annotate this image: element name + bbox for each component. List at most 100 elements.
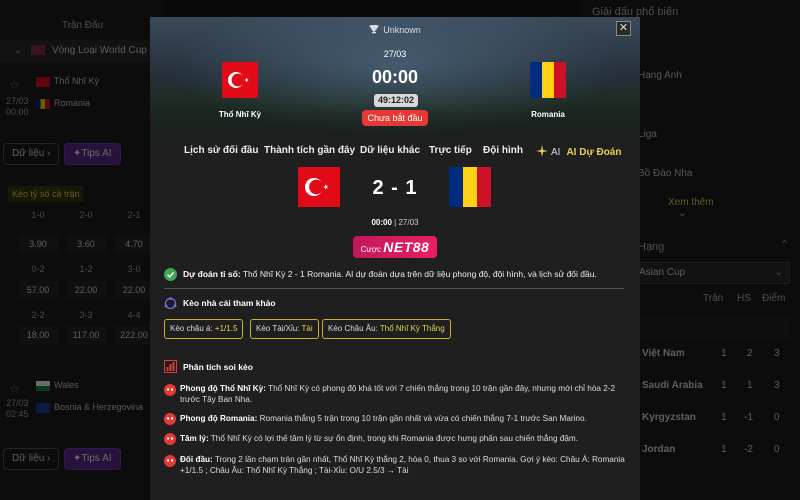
close-button[interactable]: ✕	[616, 21, 631, 36]
tab-live[interactable]: Trực tiếp	[429, 145, 472, 156]
analysis-text: Trong 2 lần chạm trán gần nhất, Thổ Nhĩ …	[180, 455, 625, 475]
tips-ai-button[interactable]: ✦Tips AI	[64, 448, 121, 470]
odds-chip-label: Kèo Tài/Xỉu:	[256, 324, 302, 333]
sponsor-prefix: Cược	[360, 245, 382, 254]
odds-label: 4-4	[127, 310, 141, 320]
bosnia-flag-icon	[36, 402, 50, 413]
league-link[interactable]: Bồ Đào Nha	[638, 168, 692, 179]
league-flag-icon	[31, 45, 46, 56]
table-row[interactable]: Kyrgyzstan 1 -1 0	[632, 412, 800, 442]
chevron-up-icon[interactable]: ⌃	[780, 238, 789, 251]
odds-chip-value: Thổ Nhĩ Kỳ Thắng	[379, 324, 445, 333]
match-item[interactable]: ☆ 27/03 02:45 Wales Bosnia & Herzegovina	[0, 376, 165, 426]
odds-label: 1-2	[79, 264, 93, 274]
group-row	[632, 318, 790, 338]
odds-label: 2-2	[31, 310, 45, 320]
tab-matches[interactable]: Trận Đấu	[42, 15, 124, 37]
analysis-text: Thổ Nhĩ Kỳ có lợi thế tâm lý từ sự ổn đị…	[208, 434, 578, 443]
tab-ai-prediction[interactable]: AI AI Dự Đoán	[536, 145, 621, 158]
odds-value[interactable]: 222.00	[114, 326, 154, 344]
analysis-label: Đối đầu:	[180, 455, 213, 464]
match-item[interactable]: ☆ 27/03 00:00 Thổ Nhĩ Kỳ Romania	[0, 70, 165, 130]
league-header[interactable]: ⌄ Vòng Loại World Cup Khu	[0, 40, 165, 62]
tab-label: AI Dự Đoán	[566, 147, 622, 158]
ai-robot-icon	[164, 384, 176, 396]
tab-other-data[interactable]: Dữ liệu khác	[360, 145, 420, 156]
odds-value[interactable]: 117.00	[66, 326, 106, 344]
odds-chip-european[interactable]: Kèo Châu Âu: Thổ Nhĩ Kỳ Thắng	[322, 319, 451, 339]
tab-head-to-head[interactable]: Lịch sử đối đầu	[184, 145, 258, 156]
ai-robot-icon	[164, 413, 176, 425]
odds-value[interactable]: 18.00	[18, 326, 58, 344]
modal-tabs: Lịch sử đối đầu Thành tích gần đây Dữ li…	[150, 145, 640, 163]
data-button[interactable]: Dữ liệu ›	[3, 143, 60, 165]
network-icon	[164, 297, 177, 310]
odds-chip-over-under[interactable]: Kèo Tài/Xỉu: Tài	[250, 319, 319, 339]
see-more-link[interactable]: Xem thêm ⌄	[668, 197, 714, 219]
favorite-star-icon[interactable]: ☆	[9, 382, 20, 396]
odds-label: 2-0	[79, 210, 93, 220]
odds-chip-value: +1/1.5	[214, 324, 238, 333]
wales-flag-icon	[36, 380, 50, 391]
odds-label: 3-0	[127, 264, 141, 274]
romania-flag-icon	[36, 98, 50, 109]
col-played: Trận	[703, 293, 724, 304]
analysis-label: Phong độ Thổ Nhĩ Kỳ:	[180, 384, 266, 393]
turkey-flag-icon	[36, 76, 50, 87]
score-time: 00:00 | 27/03	[150, 218, 640, 227]
divider	[164, 288, 624, 289]
favorite-star-icon[interactable]: ☆	[9, 78, 20, 92]
sponsor-banner[interactable]: Cược NET88	[353, 236, 437, 258]
table-row[interactable]: Việt Nam 1 2 3	[632, 348, 800, 378]
tab-lineup[interactable]: Đội hình	[483, 145, 523, 156]
league-link[interactable]: Liga	[638, 129, 657, 140]
status-badge: Chưa bắt đầu	[362, 110, 428, 126]
league-link[interactable]: Hạng Anh	[638, 70, 682, 81]
tips-ai-button[interactable]: ✦Tips AI	[64, 143, 121, 165]
analysis-section-title: Phân tích soi kèo	[183, 362, 253, 372]
away-team: Romania	[54, 98, 91, 108]
home-team: Wales	[54, 380, 79, 390]
romania-flag-icon	[449, 167, 491, 207]
analysis-text: Romania thắng 5 trận trong 10 trận gần n…	[257, 414, 587, 423]
match-date: 27/03	[383, 49, 407, 59]
col-points: Điểm	[762, 293, 786, 304]
ai-robot-icon	[164, 455, 176, 467]
col-gd: HS	[737, 293, 751, 304]
ai-robot-icon	[164, 433, 176, 445]
prediction-label: Dự đoán tỉ số:	[183, 269, 241, 279]
check-circle-icon	[164, 268, 177, 281]
odds-value[interactable]: 3.90	[18, 235, 58, 253]
odds-value[interactable]: 57.00	[18, 281, 58, 299]
analysis-label: Phong độ Romania:	[180, 414, 258, 423]
collapse-icon[interactable]: ⌄	[14, 45, 22, 56]
odds-value[interactable]: 22.00	[66, 281, 106, 299]
sponsor-brand: NET88	[383, 239, 430, 255]
prediction-body: Thổ Nhĩ Kỳ 2 - 1 Romania. AI dự đoán dựa…	[240, 269, 597, 279]
table-row[interactable]: Saudi Arabia 1 1 3	[632, 380, 800, 410]
league-select[interactable]: Asian Cup ⌄	[632, 262, 790, 284]
league-label: Unknown	[150, 24, 640, 35]
tab-recent-form[interactable]: Thành tích gần đây	[264, 145, 355, 156]
odds-chip-label: Kèo châu á:	[170, 324, 215, 333]
odds-value[interactable]: 3.60	[66, 235, 106, 253]
odds-value[interactable]: 4.70	[114, 235, 154, 253]
ai-prefix: AI	[551, 147, 561, 158]
odds-value[interactable]: 22.00	[114, 281, 154, 299]
sparkle-icon	[536, 145, 548, 157]
away-team-name: Romania	[531, 110, 565, 119]
odds-label: 1-0	[31, 210, 45, 220]
table-row[interactable]: Jordan 1 -2 0	[632, 444, 800, 474]
league-name: Vòng Loại World Cup Khu	[51, 45, 165, 56]
odds-chip-asian[interactable]: Kèo châu á: +1/1.5	[164, 319, 244, 339]
left-tabs: Trận Đấu	[0, 15, 165, 37]
standings-title: Hạng	[638, 241, 665, 253]
odds-chip-label: Kèo Châu Âu:	[328, 324, 380, 333]
odds-label: 0-2	[31, 264, 45, 274]
data-button[interactable]: Dữ liệu ›	[3, 448, 60, 470]
analysis-item: Phong độ Romania: Romania thắng 5 trận t…	[180, 413, 628, 424]
turkey-flag-icon	[222, 62, 258, 98]
prediction-text: Dự đoán tỉ số: Thổ Nhĩ Kỳ 2 - 1 Romania.…	[183, 269, 628, 279]
league-name: Unknown	[383, 25, 421, 35]
analysis-chart-icon	[164, 360, 177, 373]
